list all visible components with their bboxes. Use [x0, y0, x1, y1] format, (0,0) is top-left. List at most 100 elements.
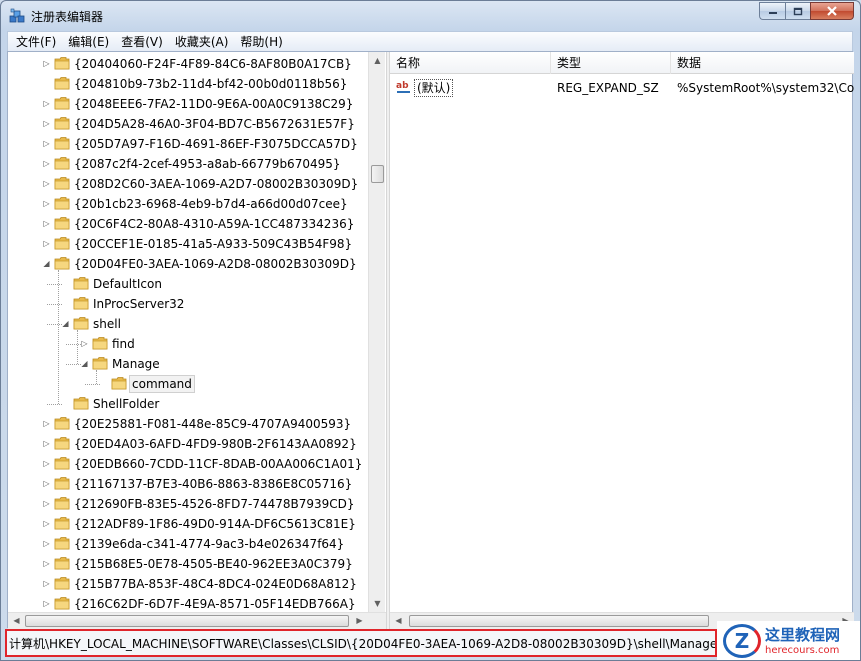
tree-node-label[interactable]: {204D5A28-46A0-3F04-BD7C-B5672631E57F} — [72, 115, 357, 133]
value-row[interactable]: ab (默认) REG_EXPAND_SZ %SystemRoot%\syste… — [390, 78, 854, 98]
tree-node[interactable]: DefaultIcon — [8, 274, 368, 294]
expand-arrow-icon[interactable]: ▷ — [80, 339, 89, 348]
expand-arrow-icon[interactable]: ▷ — [42, 559, 51, 568]
tree-horizontal-scrollbar[interactable]: ◀ ▶ — [8, 612, 386, 629]
scroll-right-icon[interactable]: ▶ — [351, 613, 368, 629]
tree-node[interactable]: ▷ {216C62DF-6D7F-4E9A-8571-05F14EDB766A} — [8, 594, 368, 612]
collapse-arrow-icon[interactable]: ◢ — [61, 319, 70, 328]
menu-file[interactable]: 文件(F) — [10, 33, 62, 51]
expand-arrow-icon[interactable]: ▷ — [42, 439, 51, 448]
expand-arrow-icon[interactable]: ▷ — [42, 99, 51, 108]
scroll-left-icon[interactable]: ◀ — [8, 613, 25, 629]
tree-node[interactable]: ▷ {205D7A97-F16D-4691-86EF-F3075DCCA57D} — [8, 134, 368, 154]
scroll-down-icon[interactable]: ▼ — [369, 595, 386, 612]
menu-edit[interactable]: 编辑(E) — [62, 33, 115, 51]
tree-node[interactable]: ◢ {20D04FE0-3AEA-1069-A2D8-08002B30309D} — [8, 254, 368, 274]
tree-node[interactable]: ▷ find — [8, 334, 368, 354]
tree-node-label[interactable]: {2087c2f4-2cef-4953-a8ab-66779b670495} — [72, 155, 343, 173]
tree-node-label[interactable]: {20E25881-F081-448e-85C9-4707A9400593} — [72, 415, 353, 433]
expand-arrow-icon[interactable]: ▷ — [42, 539, 51, 548]
tree-node-label[interactable]: command — [129, 375, 195, 393]
tree-node[interactable]: ▷ {212690FB-83E5-4526-8FD7-74478B7939CD} — [8, 494, 368, 514]
tree-node-label[interactable]: {215B77BA-853F-48C4-8DC4-024E0D68A812} — [72, 575, 359, 593]
expand-arrow-icon[interactable]: ▷ — [42, 179, 51, 188]
expand-arrow-icon[interactable]: ▷ — [42, 499, 51, 508]
tree-node-label[interactable]: {215B68E5-0E78-4505-BE40-962EE3A0C379} — [72, 555, 355, 573]
tree-node[interactable]: ▷ {215B77BA-853F-48C4-8DC4-024E0D68A812} — [8, 574, 368, 594]
tree-hscroll-thumb[interactable] — [25, 615, 349, 627]
tree-node[interactable]: ▷ {20E25881-F081-448e-85C9-4707A9400593} — [8, 414, 368, 434]
expand-arrow-icon[interactable]: ▷ — [42, 519, 51, 528]
expand-arrow-icon[interactable]: ▷ — [42, 479, 51, 488]
maximize-button[interactable] — [785, 2, 810, 20]
tree-node-label[interactable]: {20D04FE0-3AEA-1069-A2D8-08002B30309D} — [72, 255, 359, 273]
tree-node[interactable]: ▷ {20ED4A03-6AFD-4FD9-980B-2F6143AA0892} — [8, 434, 368, 454]
tree-node-label[interactable]: {216C62DF-6D7F-4E9A-8571-05F14EDB766A} — [72, 595, 358, 612]
tree-node[interactable]: ▷ {2087c2f4-2cef-4953-a8ab-66779b670495} — [8, 154, 368, 174]
tree-node[interactable]: InProcServer32 — [8, 294, 368, 314]
menu-help[interactable]: 帮助(H) — [234, 33, 288, 51]
expand-arrow-icon[interactable]: ▷ — [42, 419, 51, 428]
tree-node-label[interactable]: InProcServer32 — [91, 295, 186, 313]
tree-node[interactable]: ▷ {204D5A28-46A0-3F04-BD7C-B5672631E57F} — [8, 114, 368, 134]
expand-arrow-icon[interactable]: ▷ — [42, 199, 51, 208]
tree-node-label[interactable]: {20b1cb23-6968-4eb9-b7d4-a66d00d07cee} — [72, 195, 350, 213]
tree-node-label[interactable]: shell — [91, 315, 123, 333]
tree-node-label[interactable]: ShellFolder — [91, 395, 161, 413]
tree-node[interactable]: ▷ {208D2C60-3AEA-1069-A2D7-08002B30309D} — [8, 174, 368, 194]
expand-arrow-icon[interactable]: ▷ — [42, 599, 51, 608]
tree-node[interactable]: ▷ {20EDB660-7CDD-11CF-8DAB-00AA006C1A01} — [8, 454, 368, 474]
tree-node[interactable]: ▷ {212ADF89-1F86-49D0-914A-DF6C5613C81E} — [8, 514, 368, 534]
tree-node[interactable]: ◢ shell — [8, 314, 368, 334]
tree-node-label[interactable]: {20CCEF1E-0185-41a5-A933-509C43B54F98} — [72, 235, 354, 253]
tree-node[interactable]: command — [8, 374, 368, 394]
tree-node[interactable]: ▷ {21167137-B7E3-40B6-8863-8386E8C05716} — [8, 474, 368, 494]
tree-node[interactable]: ShellFolder — [8, 394, 368, 414]
list-hscroll-thumb[interactable] — [409, 615, 709, 627]
tree-node[interactable]: ▷ {20b1cb23-6968-4eb9-b7d4-a66d00d07cee} — [8, 194, 368, 214]
column-header-type[interactable]: 类型 — [551, 52, 671, 74]
tree-node[interactable]: {204810b9-73b2-11d4-bf42-00b0d0118b56} — [8, 74, 368, 94]
expand-arrow-icon[interactable]: ▷ — [42, 119, 51, 128]
tree-node-label[interactable]: {20C6F4C2-80A8-4310-A59A-1CC487334236} — [72, 215, 356, 233]
tree-node-label[interactable]: Manage — [110, 355, 162, 373]
tree-node-label[interactable]: {21167137-B7E3-40B6-8863-8386E8C05716} — [72, 475, 354, 493]
tree-node[interactable]: ▷ {20CCEF1E-0185-41a5-A933-509C43B54F98} — [8, 234, 368, 254]
key-tree[interactable]: ▷ {20404060-F24F-4F89-84C6-8AF80B0A17CB} {… — [8, 52, 368, 612]
collapse-arrow-icon[interactable]: ◢ — [80, 359, 89, 368]
tree-node-label[interactable]: {212690FB-83E5-4526-8FD7-74478B7939CD} — [72, 495, 357, 513]
menu-view[interactable]: 查看(V) — [115, 33, 169, 51]
tree-node-label[interactable]: {2048EEE6-7FA2-11D0-9E6A-00A0C9138C29} — [72, 95, 355, 113]
column-header-data[interactable]: 数据 — [671, 52, 854, 74]
expand-arrow-icon[interactable]: ▷ — [42, 459, 51, 468]
expand-arrow-icon[interactable]: ▷ — [42, 159, 51, 168]
tree-node[interactable]: ▷ {215B68E5-0E78-4505-BE40-962EE3A0C379} — [8, 554, 368, 574]
tree-node-label[interactable]: DefaultIcon — [91, 275, 164, 293]
minimize-button[interactable] — [759, 2, 785, 20]
scroll-left-icon[interactable]: ◀ — [390, 613, 407, 629]
tree-node-label[interactable]: {2139e6da-c341-4774-9ac3-b4e026347f64} — [72, 535, 346, 553]
tree-vscroll-thumb[interactable] — [371, 165, 384, 183]
tree-node[interactable]: ▷ {20C6F4C2-80A8-4310-A59A-1CC487334236} — [8, 214, 368, 234]
collapse-arrow-icon[interactable]: ◢ — [42, 259, 51, 268]
tree-node-label[interactable]: {208D2C60-3AEA-1069-A2D7-08002B30309D} — [72, 175, 360, 193]
tree-node[interactable]: ◢ Manage — [8, 354, 368, 374]
expand-arrow-icon[interactable]: ▷ — [42, 239, 51, 248]
expand-arrow-icon[interactable]: ▷ — [42, 219, 51, 228]
tree-node-label[interactable]: find — [110, 335, 137, 353]
scroll-up-icon[interactable]: ▲ — [369, 52, 386, 69]
tree-node-label[interactable]: {204810b9-73b2-11d4-bf42-00b0d0118b56} — [72, 75, 349, 93]
tree-node-label[interactable]: {205D7A97-F16D-4691-86EF-F3075DCCA57D} — [72, 135, 360, 153]
close-button[interactable] — [810, 2, 854, 20]
tree-node-label[interactable]: {20ED4A03-6AFD-4FD9-980B-2F6143AA0892} — [72, 435, 359, 453]
menu-favorites[interactable]: 收藏夹(A) — [169, 33, 235, 51]
tree-node[interactable]: ▷ {2139e6da-c341-4774-9ac3-b4e026347f64} — [8, 534, 368, 554]
expand-arrow-icon[interactable]: ▷ — [42, 579, 51, 588]
tree-node-label[interactable]: {20EDB660-7CDD-11CF-8DAB-00AA006C1A01} — [72, 455, 364, 473]
expand-arrow-icon[interactable]: ▷ — [42, 139, 51, 148]
tree-vertical-scrollbar[interactable]: ▲ ▼ — [368, 52, 385, 612]
tree-node[interactable]: ▷ {20404060-F24F-4F89-84C6-8AF80B0A17CB} — [8, 54, 368, 74]
tree-node-label[interactable]: {20404060-F24F-4F89-84C6-8AF80B0A17CB} — [72, 55, 354, 73]
expand-arrow-icon[interactable]: ▷ — [42, 59, 51, 68]
tree-node-label[interactable]: {212ADF89-1F86-49D0-914A-DF6C5613C81E} — [72, 515, 358, 533]
